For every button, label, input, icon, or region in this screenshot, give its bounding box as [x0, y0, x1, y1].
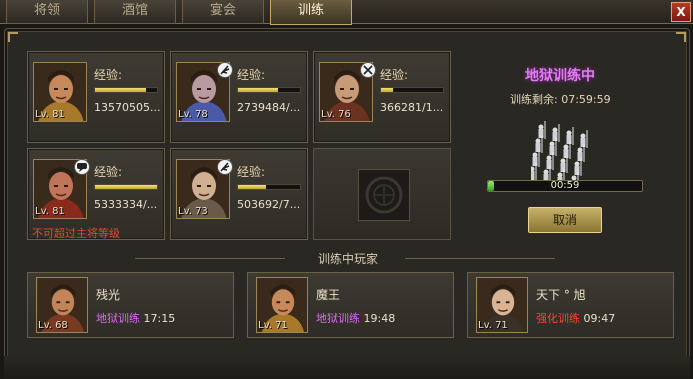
exp-label: 经验: [237, 165, 266, 179]
tab-training[interactable]: 训练 [270, 0, 352, 25]
remaining-label: 训练剩余: [510, 93, 558, 106]
training-mode: 地狱训练 [316, 312, 360, 325]
feather-icon [217, 159, 233, 175]
locked-seal-icon [358, 169, 410, 221]
general-level: Lv. 76 [321, 109, 351, 120]
speech-bubble-icon [74, 159, 90, 175]
exp-value: 2739484/... [237, 101, 301, 114]
general-level: Lv. 73 [178, 206, 208, 217]
training-panel: Lv. 81 经验: 13570505... Lv. 78 经验: 2739484/...… [4, 28, 690, 379]
general-slot[interactable]: Lv. 78 经验: 2739484/... [170, 51, 308, 143]
exp-bar [94, 184, 158, 190]
training-mode: 地狱训练 [96, 312, 140, 325]
player-level: Lv. 68 [38, 320, 68, 331]
exp-fill [381, 88, 394, 92]
player-level: Lv. 71 [478, 320, 508, 331]
divider [405, 258, 555, 259]
crossed-swords-icon [360, 62, 376, 78]
hell-training-title: 地狱训练中 [525, 68, 595, 84]
corner-ornament [8, 32, 18, 42]
training-time: 19:48 [363, 312, 396, 325]
player-level: Lv. 71 [258, 320, 288, 331]
remaining-time: 训练剩余: 07:59:59 [510, 91, 611, 107]
tab-banquet[interactable]: 宴会 [182, 0, 264, 24]
training-mode: 强化训练 [536, 312, 580, 325]
exp-label: 经验: [237, 68, 266, 82]
training-time: 17:15 [143, 312, 176, 325]
training-player-card[interactable]: Lv. 68 残光地狱训练 17:15 [27, 272, 234, 338]
training-player-card[interactable]: Lv. 71 天下 ° 旭强化训练 09:47 [467, 272, 674, 338]
general-slot[interactable]: Lv. 76 经验: 366281/1... [313, 51, 451, 143]
exp-label: 经验: [94, 68, 123, 82]
general-slot[interactable]: Lv. 73 经验: 503692/7... [170, 148, 308, 240]
exp-fill [238, 185, 266, 189]
general-level: Lv. 81 [35, 206, 65, 217]
cancel-button[interactable]: 取消 [528, 207, 602, 233]
general-slot[interactable]: Lv. 81 经验: 5333334/... 不可超过主将等级 [27, 148, 165, 240]
player-name: 天下 ° 旭 [536, 288, 586, 302]
exp-bar [237, 184, 301, 190]
exp-fill [95, 185, 157, 189]
exp-label: 经验: [380, 68, 409, 82]
feather-icon [217, 62, 233, 78]
exp-fill [95, 88, 146, 92]
player-training-info: 强化训练 09:47 [536, 310, 615, 326]
training-player-card[interactable]: Lv. 71 魔王地狱训练 19:48 [247, 272, 454, 338]
exp-label: 经验: [94, 165, 123, 179]
tab-generals[interactable]: 将领 [6, 0, 88, 24]
player-training-info: 地狱训练 17:15 [96, 310, 175, 326]
exp-value: 503692/7... [237, 198, 301, 211]
exp-value: 5333334/... [94, 198, 158, 211]
training-time: 09:47 [583, 312, 616, 325]
exp-value: 366281/1... [380, 101, 444, 114]
exp-bar [380, 87, 444, 93]
exp-fill [238, 88, 279, 92]
close-button[interactable]: X [671, 2, 691, 22]
player-name: 残光 [96, 288, 121, 302]
remaining-value: 07:59:59 [561, 93, 611, 106]
empty-slot[interactable] [313, 148, 451, 240]
general-level: Lv. 81 [35, 109, 65, 120]
general-level: Lv. 78 [178, 109, 208, 120]
general-slot[interactable]: Lv. 81 经验: 13570505... [27, 51, 165, 143]
section-title: 训练中玩家 [317, 252, 378, 266]
bottom-strip [4, 356, 690, 379]
tab-tavern[interactable]: 酒馆 [94, 0, 176, 24]
player-name: 魔王 [316, 288, 341, 302]
player-training-info: 地狱训练 19:48 [316, 310, 395, 326]
corner-ornament [676, 32, 686, 42]
exp-bar [237, 87, 301, 93]
level-cap-warning: 不可超过主将等级 [32, 227, 120, 240]
training-progress-bar: 00:59 [487, 180, 643, 192]
training-progress-text: 00:59 [550, 180, 580, 191]
tab-bar: 将领 酒馆 宴会 训练 X [0, 0, 693, 25]
exp-value: 13570505... [94, 101, 161, 114]
exp-bar [94, 87, 158, 93]
